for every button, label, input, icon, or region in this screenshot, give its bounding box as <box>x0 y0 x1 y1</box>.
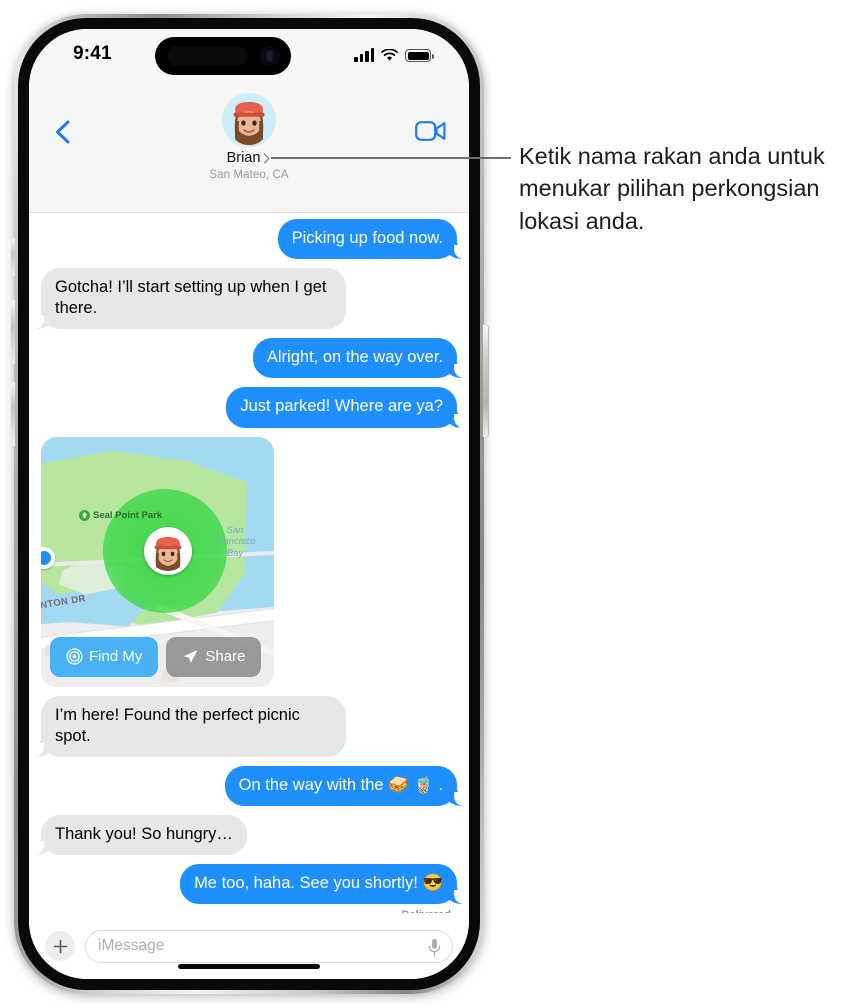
side-power-button[interactable] <box>483 325 488 437</box>
status-bar: 9:41 <box>29 29 469 83</box>
conversation-header: Brian San Mateo, CA <box>29 83 469 213</box>
park-label-text: Seal Point Park <box>93 509 163 521</box>
memoji-location-pin[interactable] <box>144 526 192 575</box>
message-bubble-incoming[interactable]: I’m here! Found the perfect picnic spot. <box>34 695 346 757</box>
findmy-radar-icon <box>66 648 83 665</box>
imessage-placeholder: iMessage <box>98 937 165 954</box>
front-camera-icon <box>260 46 280 66</box>
action-button[interactable] <box>11 238 15 276</box>
message-thread[interactable]: Picking up food now. Gotcha! I’ll start … <box>29 213 469 921</box>
find-my-button[interactable]: Find My <box>50 636 159 677</box>
message-bubble-incoming[interactable]: Thank you! So hungry… <box>34 814 247 856</box>
message-bubble-outgoing[interactable]: Picking up food now. <box>277 219 465 260</box>
home-indicator[interactable] <box>178 963 320 969</box>
share-button[interactable]: Share <box>166 636 262 677</box>
message-row: I’m here! Found the perfect picnic spot. <box>29 695 469 757</box>
status-bar-time: 9:41 <box>73 43 112 64</box>
volume-up-button[interactable] <box>11 300 15 364</box>
message-input-bar: iMessage <box>29 913 469 979</box>
message-row-map: Seal Point Park San Francisco Bay INTON … <box>29 436 469 687</box>
callout-text: Ketik nama rakan anda untuk menukar pili… <box>519 143 825 234</box>
map-action-buttons: Find My Share <box>50 636 262 677</box>
message-bubble-outgoing[interactable]: Me too, haha. See you shortly! 😎 <box>180 863 464 905</box>
message-bubble-outgoing[interactable]: Alright, on the way over. <box>252 338 465 379</box>
message-bubble-incoming[interactable]: Gotcha! I’ll start setting up when I get… <box>34 268 346 330</box>
memoji-avatar[interactable] <box>222 93 276 147</box>
message-row: Thank you! So hungry… <box>29 814 469 856</box>
contact-subtitle: San Mateo, CA <box>209 168 289 181</box>
message-row: Alright, on the way over. <box>29 338 469 379</box>
location-map-card[interactable]: Seal Point Park San Francisco Bay INTON … <box>41 436 274 687</box>
message-row: Me too, haha. See you shortly! 😎 <box>29 863 469 905</box>
paper-plane-icon <box>184 650 198 664</box>
signal-bars-icon <box>354 48 374 62</box>
message-bubble-outgoing[interactable]: On the way with the 🥪 🧋 . <box>224 765 465 806</box>
find-my-label: Find My <box>89 648 143 666</box>
contact-block[interactable]: Brian San Mateo, CA <box>29 93 469 181</box>
volume-down-button[interactable] <box>11 382 15 446</box>
search-input[interactable]: iMessage <box>85 929 453 963</box>
battery-full-icon <box>405 49 434 62</box>
map-park-label: Seal Point Park <box>79 509 163 521</box>
share-label: Share <box>205 648 246 666</box>
screenshot-root: 9:41 Brian San Mateo, CA Picking up food… <box>0 0 854 1008</box>
map-bay-label: San Francisco Bay <box>214 524 256 560</box>
status-bar-icons <box>354 44 434 62</box>
phone-screen: 9:41 Brian San Mateo, CA Picking up food… <box>29 29 469 979</box>
earpiece-speaker <box>167 46 247 66</box>
callout-leader-line <box>271 157 511 159</box>
dynamic-island <box>155 37 291 75</box>
message-bubble-outgoing[interactable]: Just parked! Where are ya? <box>226 387 464 428</box>
plus-icon[interactable] <box>45 931 75 961</box>
microphone-icon[interactable] <box>428 938 441 957</box>
message-row: On the way with the 🥪 🧋 . <box>29 765 469 806</box>
contact-name: Brian <box>226 150 261 166</box>
wifi-icon <box>381 49 398 61</box>
park-marker-icon <box>79 509 90 521</box>
message-row: Gotcha! I’ll start setting up when I get… <box>29 268 469 330</box>
message-row: Picking up food now. <box>29 219 469 260</box>
message-row: Just parked! Where are ya? <box>29 387 469 428</box>
